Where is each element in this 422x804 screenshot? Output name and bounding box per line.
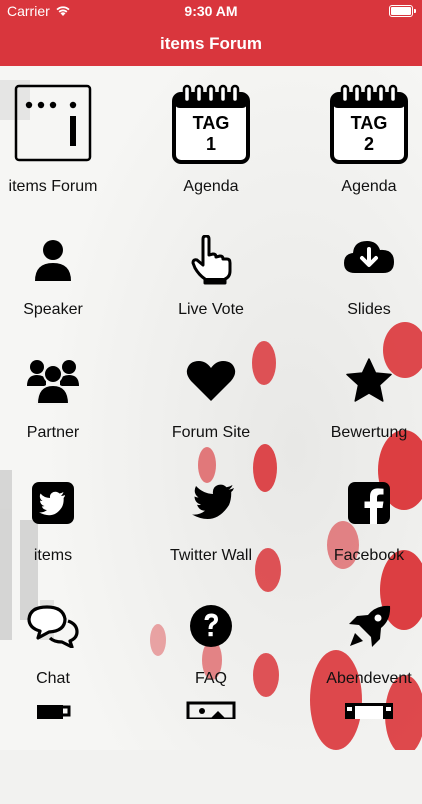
twitter-square-icon — [32, 482, 74, 524]
calendar-day-1-text: TAG — [193, 113, 230, 133]
calendar-day-1-number: 1 — [206, 134, 216, 154]
question-icon — [190, 605, 232, 647]
calendar-day-2-icon: TAG 2 — [330, 84, 408, 164]
tile-twitter-wall[interactable]: Twitter Wall — [141, 435, 281, 564]
page-title: items Forum — [159, 34, 263, 53]
cup-icon — [37, 705, 71, 719]
facebook-icon — [348, 482, 390, 524]
tile-facebook[interactable]: Facebook — [299, 435, 422, 564]
menu-grid: items Forum TAG 1 Agenda TAG 2 Agenda Sp… — [0, 66, 422, 750]
tile-partial-1[interactable] — [0, 681, 123, 804]
tile-agenda-day-1[interactable]: TAG 1 Agenda — [141, 66, 281, 195]
calendar-day-2-number: 2 — [364, 134, 374, 154]
tile-abendevent[interactable]: Abendevent — [299, 558, 422, 687]
film-icon — [345, 703, 393, 719]
tile-partial-2[interactable] — [141, 681, 281, 804]
tile-forum-site[interactable]: Forum Site — [141, 312, 281, 441]
nav-bar: items Forum — [0, 22, 422, 66]
status-bar: Carrier 9:30 AM — [0, 0, 422, 22]
chat-bubbles-icon — [27, 605, 79, 648]
image-icon — [186, 701, 236, 719]
star-icon — [346, 358, 392, 402]
tile-partial-3[interactable] — [299, 681, 422, 804]
clock: 9:30 AM — [184, 3, 238, 19]
calendar-day-2-text: TAG — [351, 113, 388, 133]
tile-live-vote[interactable]: Live Vote — [141, 189, 281, 318]
group-icon — [27, 360, 79, 405]
tile-faq[interactable]: FAQ — [141, 558, 281, 687]
cloud-download-icon — [344, 241, 394, 273]
items-logo-icon — [14, 84, 92, 162]
calendar-day-1-icon: TAG 1 — [172, 84, 250, 164]
tile-items-forum[interactable]: items Forum — [0, 66, 123, 195]
tile-agenda-day-2[interactable]: TAG 2 Agenda — [299, 66, 422, 195]
tile-slides[interactable]: Slides — [299, 189, 422, 318]
tile-partner[interactable]: Partner — [0, 312, 123, 441]
person-icon — [35, 240, 71, 281]
twitter-bird-icon — [192, 484, 234, 520]
tile-speaker[interactable]: Speaker — [0, 189, 123, 318]
pointing-hand-icon — [191, 235, 232, 285]
rocket-icon — [349, 605, 391, 647]
battery-icon — [389, 5, 416, 17]
tile-chat[interactable]: Chat — [0, 558, 123, 687]
tile-bewertung[interactable]: Bewertung — [299, 312, 422, 441]
heart-icon — [186, 361, 236, 401]
tile-items-twitter[interactable]: items — [0, 435, 123, 564]
